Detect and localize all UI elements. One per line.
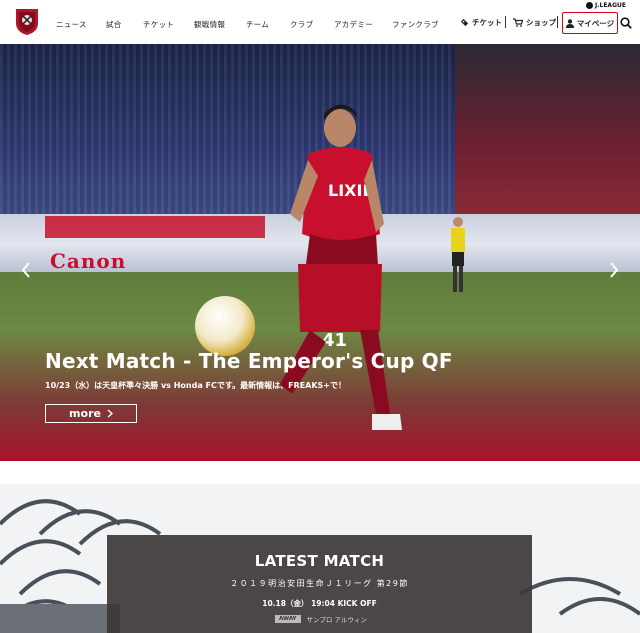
jleague-label: J.LEAGUE xyxy=(595,2,626,9)
chevron-left-icon[interactable] xyxy=(20,262,32,278)
nav-news[interactable]: ニュース xyxy=(56,19,87,30)
more-button[interactable]: more xyxy=(45,404,137,423)
ticket-link[interactable]: チケット xyxy=(460,17,502,28)
divider xyxy=(557,16,558,28)
mypage-button[interactable]: マイページ xyxy=(562,12,618,34)
ad-text: Canon xyxy=(50,249,127,273)
referee-figure xyxy=(451,217,465,292)
site-header: ニュース 試合 チケット 観戦情報 チーム クラブ アカデミー ファンクラブ チ… xyxy=(0,0,640,44)
mypage-label: マイページ xyxy=(576,18,615,28)
shop-label: ショップ xyxy=(526,18,556,27)
jleague-emblem-icon xyxy=(586,2,593,9)
venue-info: AWAY サンプロ アルウィン xyxy=(275,614,367,624)
competition-name: ２０１９明治安田生命Ｊ１リーグ 第29節 xyxy=(230,579,409,588)
chevron-right-icon[interactable] xyxy=(608,262,620,278)
chevron-right-icon xyxy=(107,409,113,418)
nav-match[interactable]: 試合 xyxy=(106,19,122,30)
cart-icon xyxy=(513,18,523,27)
shorts-number: 41 xyxy=(322,330,347,351)
venue-name: サンプロ アルウィン xyxy=(306,616,367,624)
nav-ticket[interactable]: チケット xyxy=(143,19,174,30)
jleague-logo[interactable]: J.LEAGUE xyxy=(586,2,626,9)
search-icon[interactable] xyxy=(620,17,632,29)
nav-academy[interactable]: アカデミー xyxy=(334,19,373,30)
nav-team[interactable]: チーム xyxy=(246,19,269,30)
hero-subtitle: 10/23（水）は天皇杯準々決勝 vs Honda FCです。最新情報は、FRE… xyxy=(45,381,347,390)
kickoff-date: 10.18（金） 19:04 KICK OFF xyxy=(262,599,377,608)
club-logo[interactable] xyxy=(13,6,41,36)
away-badge: AWAY xyxy=(275,615,301,623)
divider xyxy=(505,16,506,28)
ad-banner xyxy=(45,216,265,238)
hero-title: Next Match - The Emperor's Cup QF xyxy=(45,349,453,373)
stadium-roof xyxy=(455,44,640,224)
hero-carousel: Canon LIXIL 41 Next Match - The Emperor'… xyxy=(0,44,640,461)
ticket-icon xyxy=(460,18,469,27)
user-icon xyxy=(565,18,574,28)
nav-club[interactable]: クラブ xyxy=(290,19,313,30)
soccer-ball xyxy=(195,296,255,356)
latest-match-title: LATEST MATCH xyxy=(254,552,385,570)
more-label: more xyxy=(69,407,101,420)
ticket-label: チケット xyxy=(472,18,502,27)
player-figure: LIXIL 41 xyxy=(280,104,402,430)
nav-fanclub[interactable]: ファンクラブ xyxy=(392,19,439,30)
shop-link[interactable]: ショップ xyxy=(513,17,556,28)
nav-spectator-info[interactable]: 観戦情報 xyxy=(194,19,225,30)
